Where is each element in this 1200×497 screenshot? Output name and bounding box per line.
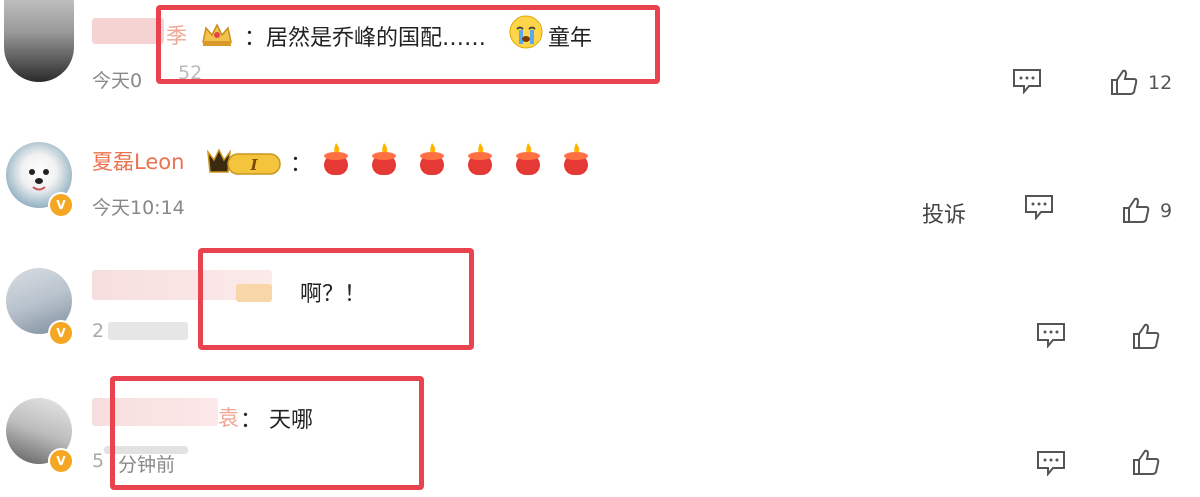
timestamp: 今天10:14 <box>92 197 185 219</box>
candle-emoji-icon <box>468 143 493 175</box>
timestamp-partial: 5 <box>92 450 105 472</box>
username-blurred <box>92 18 164 44</box>
timestamp-blurred <box>108 322 188 340</box>
timestamp-partial: 2 <box>92 320 105 342</box>
avatar[interactable] <box>4 0 74 82</box>
candle-emoji-icon <box>324 143 348 175</box>
like-icon[interactable] <box>1110 68 1138 100</box>
timestamp: 今天0 <box>92 70 143 92</box>
candle-emoji-icon <box>420 143 445 175</box>
separator: ： <box>290 152 313 177</box>
vip-level-text: I <box>249 156 258 174</box>
candle-emoji-icon <box>516 143 541 175</box>
verified-badge-icon: V <box>48 320 74 346</box>
highlight-box <box>110 376 424 490</box>
highlight-box <box>198 248 474 350</box>
like-count: 12 <box>1148 72 1173 94</box>
highlight-box <box>156 5 660 84</box>
verified-badge-icon: V <box>48 448 74 474</box>
candle-emoji-row <box>320 142 603 176</box>
verified-badge-icon: V <box>48 192 74 218</box>
like-icon[interactable] <box>1122 196 1150 228</box>
like-count: 9 <box>1160 200 1173 222</box>
candle-emoji-icon <box>372 143 397 175</box>
like-icon[interactable] <box>1132 322 1160 354</box>
username[interactable]: 夏磊Leon <box>92 146 184 176</box>
candle-emoji-icon <box>564 143 589 175</box>
report-button[interactable]: 投诉 <box>922 197 966 229</box>
comment-icon[interactable] <box>1012 68 1042 98</box>
comment-icon[interactable] <box>1036 322 1066 352</box>
vip-level-badge-icon: I <box>206 146 286 182</box>
like-icon[interactable] <box>1132 448 1160 480</box>
comment-icon[interactable] <box>1024 194 1054 224</box>
comment-icon[interactable] <box>1036 450 1066 480</box>
